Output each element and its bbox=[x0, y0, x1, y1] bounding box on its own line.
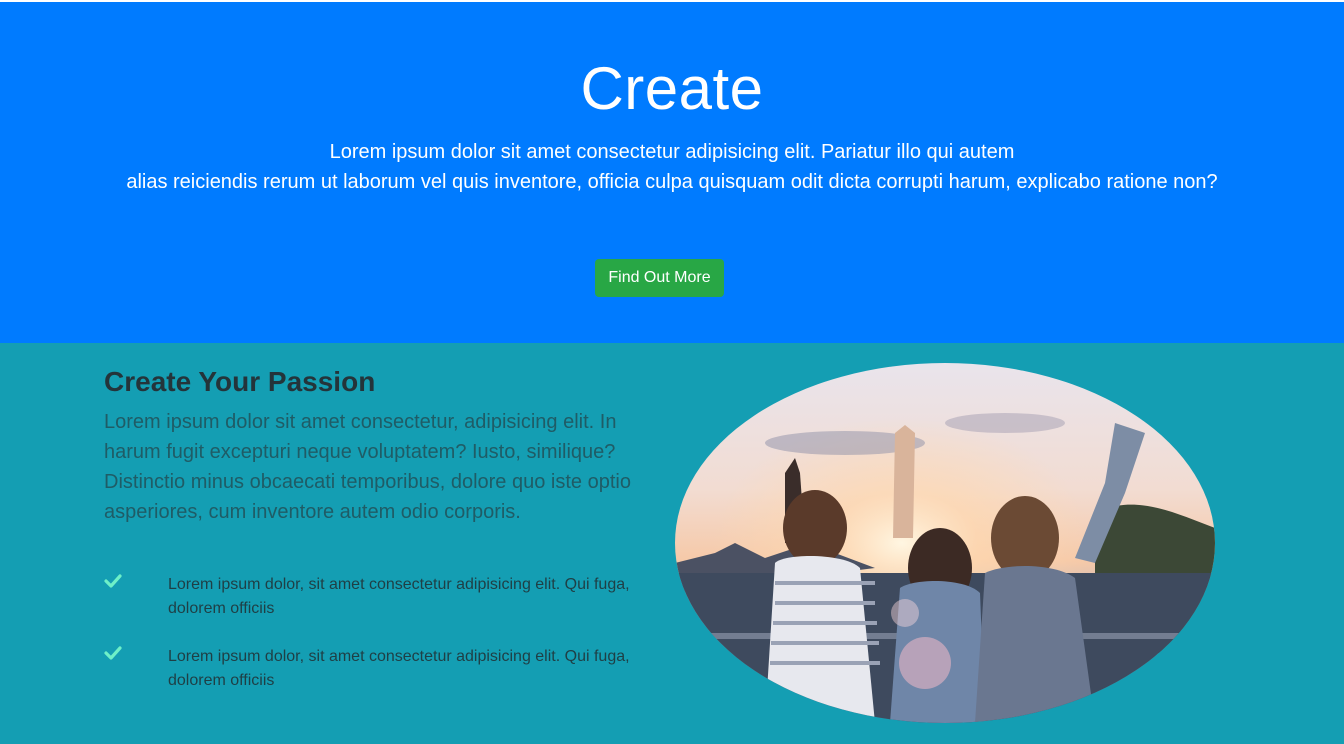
hero-lead: Lorem ipsum dolor sit amet consectetur a… bbox=[0, 137, 1344, 197]
hero-section: Create Lorem ipsum dolor sit amet consec… bbox=[0, 2, 1344, 343]
feature-description: Lorem ipsum dolor sit amet consectetur, … bbox=[104, 411, 631, 523]
hero-title: Create bbox=[580, 55, 764, 122]
feature-section: Create Your Passion Lorem ipsum dolor si… bbox=[0, 343, 1344, 744]
feature-list-item: Lorem ipsum dolor, sit amet consectetur … bbox=[104, 573, 644, 623]
feature-list-item-text: Lorem ipsum dolor, sit amet consectetur … bbox=[168, 648, 630, 689]
check-icon bbox=[104, 573, 122, 589]
check-icon bbox=[104, 645, 122, 661]
hero-lead-line-2: alias reiciendis rerum ut laborum vel qu… bbox=[126, 171, 1218, 193]
feature-title: Create Your Passion bbox=[104, 366, 376, 397]
friends-sunset-photo bbox=[675, 363, 1215, 723]
feature-list-item-text: Lorem ipsum dolor, sit amet consectetur … bbox=[168, 576, 630, 617]
hero-lead-line-1: Lorem ipsum dolor sit amet consectetur a… bbox=[329, 141, 1015, 163]
find-out-more-button[interactable]: Find Out More bbox=[595, 259, 724, 297]
feature-list-item: Lorem ipsum dolor, sit amet consectetur … bbox=[104, 645, 644, 695]
